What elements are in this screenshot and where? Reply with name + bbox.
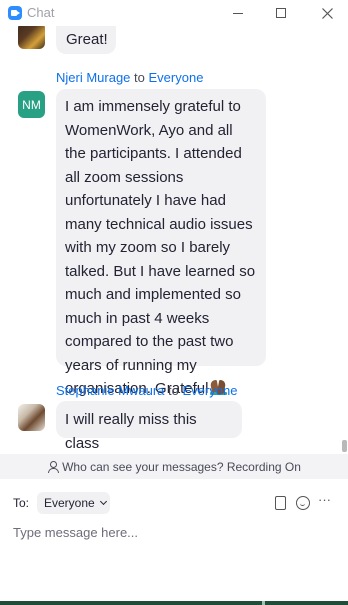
message-bubble: I will really miss this class xyxy=(56,401,242,452)
person-icon xyxy=(47,460,60,473)
composer-toolbar: To: Everyone ··· xyxy=(0,490,348,516)
chat-messages[interactable]: Great! Njeri Murage to Everyone NM I am … xyxy=(0,26,341,454)
message-target[interactable]: Everyone xyxy=(183,383,238,398)
title-bar: Chat xyxy=(0,0,348,26)
privacy-notice[interactable]: Who can see your messages? Recording On xyxy=(0,454,348,479)
maximize-button[interactable] xyxy=(261,0,301,26)
close-icon xyxy=(321,7,333,19)
more-icon[interactable]: ··· xyxy=(318,493,334,511)
message-text: I am immensely grateful to WomenWork, Ay… xyxy=(65,98,256,397)
chevron-down-icon xyxy=(99,497,107,506)
emoji-icon[interactable] xyxy=(295,495,311,511)
to-word: to xyxy=(134,70,145,85)
window-title: Chat xyxy=(27,5,55,20)
sender-name[interactable]: Njeri Murage xyxy=(56,70,130,85)
minimize-button[interactable] xyxy=(218,0,258,26)
minimize-icon xyxy=(233,12,243,14)
to-word: to xyxy=(168,383,179,398)
file-icon[interactable] xyxy=(272,495,288,511)
scrollbar-thumb[interactable] xyxy=(342,440,347,452)
message-sender: Njeri Murage to Everyone xyxy=(56,70,203,85)
taskbar-strip xyxy=(0,601,348,605)
privacy-text: Who can see your messages? Recording On xyxy=(62,459,301,474)
avatar xyxy=(18,26,45,49)
message-target[interactable]: Everyone xyxy=(149,70,204,85)
message-text: Great! xyxy=(66,31,108,48)
scrollbar[interactable] xyxy=(341,26,348,454)
message-bubble: Great! xyxy=(56,26,116,54)
message-bubble: I am immensely grateful to WomenWork, Ay… xyxy=(56,89,266,397)
recipient-value: Everyone xyxy=(44,496,95,510)
close-button[interactable] xyxy=(307,0,347,26)
recipient-dropdown[interactable]: Everyone xyxy=(37,492,110,514)
to-label: To: xyxy=(13,496,30,510)
message-input[interactable] xyxy=(13,522,333,542)
avatar xyxy=(18,404,45,431)
maximize-icon xyxy=(276,8,286,18)
message-sender: Stephanie Mwaura to Everyone xyxy=(56,383,237,398)
sender-name[interactable]: Stephanie Mwaura xyxy=(56,383,164,398)
avatar: NM xyxy=(18,91,45,118)
message-text: I will really miss this class xyxy=(65,411,197,452)
zoom-app-icon xyxy=(8,6,22,20)
